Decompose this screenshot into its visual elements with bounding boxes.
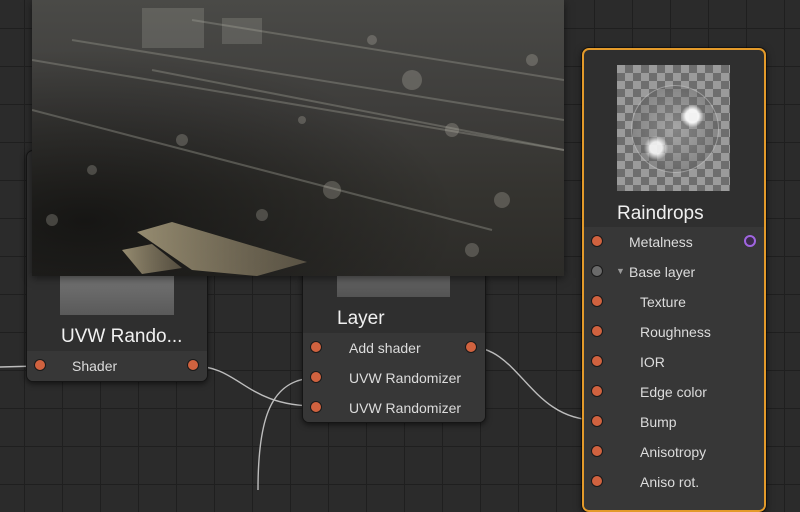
raindrops-input-row: Edge color bbox=[584, 377, 764, 407]
wire-uvw-to-layer bbox=[192, 365, 317, 407]
uvw-shader-output-row: Shader bbox=[27, 351, 207, 381]
raindrops-input-row: Aniso rot. bbox=[584, 467, 764, 497]
texture-port[interactable] bbox=[591, 295, 603, 307]
raindrops-material-node[interactable]: Raindrops Metalness ▼ Base layer Texture… bbox=[582, 48, 766, 512]
input-label: Anisotropy bbox=[640, 444, 707, 460]
uvw-node-title: UVW Rando... bbox=[61, 326, 183, 347]
raindrops-input-row: Anisotropy bbox=[584, 437, 764, 467]
material-output-port[interactable] bbox=[744, 235, 756, 247]
raindrops-input-row: IOR bbox=[584, 347, 764, 377]
metalness-row: Metalness bbox=[584, 227, 764, 257]
layer-add-shader-port[interactable] bbox=[310, 341, 322, 353]
layer-output-port[interactable] bbox=[465, 341, 477, 353]
layer-input-row: UVW Randomizer bbox=[303, 393, 485, 422]
metalness-port[interactable] bbox=[591, 235, 603, 247]
input-label: Bump bbox=[640, 414, 677, 430]
raindrops-node-title: Raindrops bbox=[617, 203, 704, 224]
raindrops-render bbox=[32, 8, 564, 276]
material-sphere bbox=[631, 85, 719, 173]
input-label: IOR bbox=[640, 354, 665, 370]
base-layer-label: Base layer bbox=[629, 264, 696, 280]
uvw-shader-output-port[interactable] bbox=[187, 359, 199, 371]
layer-input-row: Add shader bbox=[303, 333, 485, 363]
uvw-output-label: Shader bbox=[72, 358, 118, 374]
layer-input-row: UVW Randomizer bbox=[303, 363, 485, 393]
raindrops-input-row: Bump bbox=[584, 407, 764, 437]
ior-port[interactable] bbox=[591, 355, 603, 367]
input-label: Texture bbox=[640, 294, 686, 310]
layer-uvw-port[interactable] bbox=[310, 401, 322, 413]
base-layer-port[interactable] bbox=[591, 265, 603, 277]
layer-input-label: Add shader bbox=[349, 340, 421, 356]
input-label: Aniso rot. bbox=[640, 474, 700, 490]
aniso-rot-port[interactable] bbox=[591, 475, 603, 487]
anisotropy-port[interactable] bbox=[591, 445, 603, 457]
edge-color-port[interactable] bbox=[591, 385, 603, 397]
roughness-port[interactable] bbox=[591, 325, 603, 337]
render-preview-image bbox=[32, 0, 564, 276]
uvw-input-port[interactable] bbox=[34, 359, 46, 371]
raindrops-input-row: Roughness bbox=[584, 317, 764, 347]
layer-uvw-port[interactable] bbox=[310, 371, 322, 383]
wire-layer-to-bump bbox=[469, 346, 597, 421]
layer-input-label: UVW Randomizer bbox=[349, 370, 462, 386]
base-layer-row[interactable]: ▼ Base layer bbox=[584, 257, 764, 287]
metalness-label: Metalness bbox=[629, 234, 693, 250]
raindrops-input-row: Texture bbox=[584, 287, 764, 317]
input-label: Edge color bbox=[640, 384, 707, 400]
layer-input-label: UVW Randomizer bbox=[349, 400, 462, 416]
bump-port[interactable] bbox=[591, 415, 603, 427]
layer-input-list: Add shader UVW Randomizer UVW Randomizer bbox=[303, 333, 485, 422]
input-label: Roughness bbox=[640, 324, 711, 340]
material-preview bbox=[617, 65, 730, 191]
raindrops-input-list: Metalness ▼ Base layer Texture Roughness… bbox=[584, 227, 764, 510]
caret-down-icon[interactable]: ▼ bbox=[616, 266, 625, 276]
layer-node-title: Layer bbox=[337, 308, 385, 329]
